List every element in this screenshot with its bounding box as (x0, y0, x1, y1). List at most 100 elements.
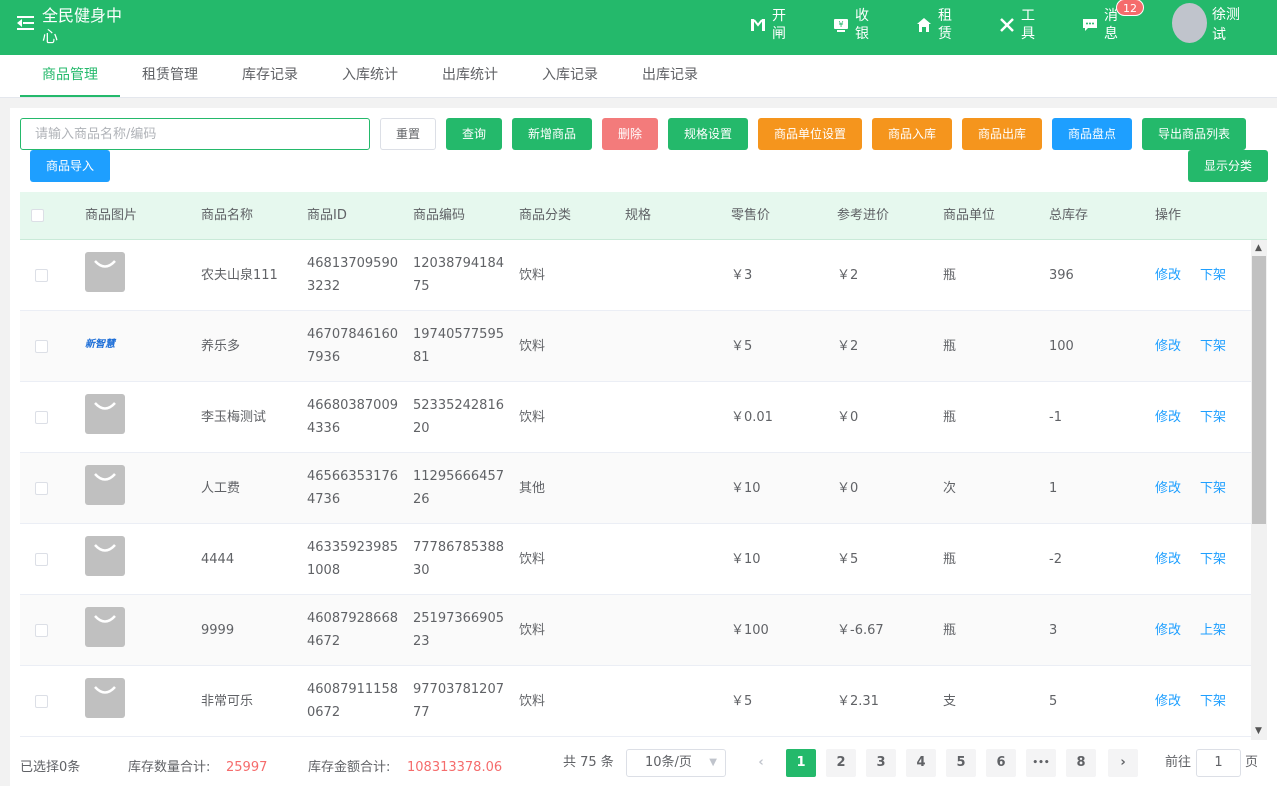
query-button[interactable]: 查询 (446, 118, 502, 150)
spec-settings-button[interactable]: 规格设置 (668, 118, 748, 150)
message-count-badge: 12 (1116, 0, 1144, 16)
user-name[interactable]: 徐测试 (1212, 5, 1242, 45)
page-1[interactable]: 1 (786, 749, 816, 777)
shelf-toggle-link[interactable]: 下架 (1200, 524, 1226, 595)
edit-link[interactable]: 修改 (1155, 311, 1181, 382)
shelf-toggle-link[interactable]: 下架 (1200, 240, 1226, 311)
col-price: 零售价 (731, 208, 771, 223)
tab-stock-out-records[interactable]: 出库记录 (620, 55, 720, 97)
reset-button[interactable]: 重置 (380, 118, 436, 150)
product-id: 463359239851008 (307, 540, 398, 578)
product-price: ￥0.01 (731, 410, 773, 425)
product-price: ￥100 (731, 623, 769, 638)
next-page-icon[interactable]: › (1108, 749, 1138, 777)
stock-in-button[interactable]: 商品入库 (872, 118, 952, 150)
product-id: 467078461607936 (307, 327, 398, 365)
product-category: 饮料 (519, 339, 546, 354)
scroll-down-icon[interactable]: ▼ (1255, 727, 1263, 736)
row-checkbox[interactable] (35, 340, 48, 353)
edit-link[interactable]: 修改 (1155, 666, 1181, 737)
table-row: 9999 460879286684672 2519736690523 饮料 ￥1… (20, 595, 1251, 666)
page-3[interactable]: 3 (866, 749, 896, 777)
product-category: 饮料 (519, 694, 546, 709)
row-checkbox[interactable] (35, 553, 48, 566)
product-cost: ￥2 (837, 339, 859, 354)
app-title: 全民健身中心 (42, 6, 123, 46)
product-name: 养乐多 (201, 339, 241, 354)
product-unit: 瓶 (943, 268, 957, 283)
product-category: 饮料 (519, 552, 546, 567)
product-name: 人工费 (201, 481, 241, 496)
page-6[interactable]: 6 (986, 749, 1016, 777)
tab-stock-in-records[interactable]: 入库记录 (520, 55, 620, 97)
page-size-select[interactable]: 10条/页 ▼ (626, 749, 726, 777)
product-stock: 5 (1049, 694, 1058, 709)
tab-goods-management[interactable]: 商品管理 (20, 55, 120, 97)
scroll-thumb[interactable] (1252, 256, 1266, 524)
product-bag-icon (85, 394, 125, 434)
menu-collapse-icon[interactable] (14, 12, 36, 34)
row-checkbox[interactable] (35, 482, 48, 495)
product-cost: ￥5 (837, 552, 859, 567)
product-code: 1974057759581 (413, 327, 504, 365)
product-name: 李玉梅测试 (201, 410, 267, 425)
row-checkbox[interactable] (35, 411, 48, 424)
product-stock: 1 (1049, 481, 1058, 496)
product-price: ￥10 (731, 481, 761, 496)
tab-stock-in-stats[interactable]: 入库统计 (320, 55, 420, 97)
prev-page-icon[interactable]: ‹ (746, 749, 776, 777)
shelf-toggle-link[interactable]: 下架 (1200, 666, 1226, 737)
add-goods-button[interactable]: 新增商品 (512, 118, 592, 150)
product-logo-image: 新智慧 (85, 339, 115, 350)
edit-link[interactable]: 修改 (1155, 240, 1181, 311)
export-goods-button[interactable]: 导出商品列表 (1142, 118, 1246, 150)
table-row: 非常可乐 460879111580672 9770378120777 饮料 ￥5… (20, 666, 1251, 737)
shelf-toggle-link[interactable]: 下架 (1200, 382, 1226, 453)
stock-out-button[interactable]: 商品出库 (962, 118, 1042, 150)
chevron-down-icon: ▼ (709, 757, 717, 768)
row-checkbox[interactable] (35, 269, 48, 282)
more-pages-icon[interactable]: ••• (1026, 749, 1056, 777)
col-code: 商品编码 (413, 208, 466, 223)
unit-settings-button[interactable]: 商品单位设置 (758, 118, 862, 150)
goto-page-input[interactable]: 1 (1196, 749, 1241, 777)
product-unit: 瓶 (943, 552, 957, 567)
product-bag-icon (85, 536, 125, 576)
tab-stock-out-stats[interactable]: 出库统计 (420, 55, 520, 97)
search-input[interactable] (20, 118, 370, 150)
import-goods-button[interactable]: 商品导入 (30, 150, 110, 182)
product-stock: 100 (1049, 339, 1074, 354)
page-5[interactable]: 5 (946, 749, 976, 777)
shelf-toggle-link[interactable]: 下架 (1200, 453, 1226, 524)
row-checkbox[interactable] (35, 695, 48, 708)
row-checkbox[interactable] (35, 624, 48, 637)
table-row: 李玉梅测试 466803870094336 5233524281620 饮料 ￥… (20, 382, 1251, 453)
edit-link[interactable]: 修改 (1155, 453, 1181, 524)
scroll-up-icon[interactable]: ▲ (1255, 244, 1263, 253)
tab-rental-management[interactable]: 租赁管理 (120, 55, 220, 97)
shelf-toggle-link[interactable]: 上架 (1200, 595, 1226, 666)
product-name: 9999 (201, 623, 235, 638)
table-body: 农夫山泉111 468137095903232 1203879418475 饮料… (20, 240, 1251, 740)
page-8[interactable]: 8 (1066, 749, 1096, 777)
edit-link[interactable]: 修改 (1155, 595, 1181, 666)
product-code: 1129566645726 (413, 469, 504, 507)
inventory-check-button[interactable]: 商品盘点 (1052, 118, 1132, 150)
product-price: ￥10 (731, 552, 761, 567)
product-stock: 3 (1049, 623, 1058, 638)
select-all-checkbox[interactable] (31, 209, 44, 222)
page-size-value: 10条/页 (645, 755, 692, 770)
product-price: ￥5 (731, 339, 753, 354)
page-4[interactable]: 4 (906, 749, 936, 777)
tab-stock-records[interactable]: 库存记录 (220, 55, 320, 97)
shelf-toggle-link[interactable]: 下架 (1200, 311, 1226, 382)
avatar[interactable] (1172, 3, 1207, 43)
delete-button[interactable]: 删除 (602, 118, 658, 150)
page-2[interactable]: 2 (826, 749, 856, 777)
edit-link[interactable]: 修改 (1155, 524, 1181, 595)
show-category-button[interactable]: 显示分类 (1188, 150, 1268, 182)
table-scrollbar[interactable]: ▲ ▼ (1251, 240, 1267, 740)
edit-link[interactable]: 修改 (1155, 382, 1181, 453)
product-bag-icon (85, 465, 125, 505)
product-bag-icon (85, 678, 125, 718)
